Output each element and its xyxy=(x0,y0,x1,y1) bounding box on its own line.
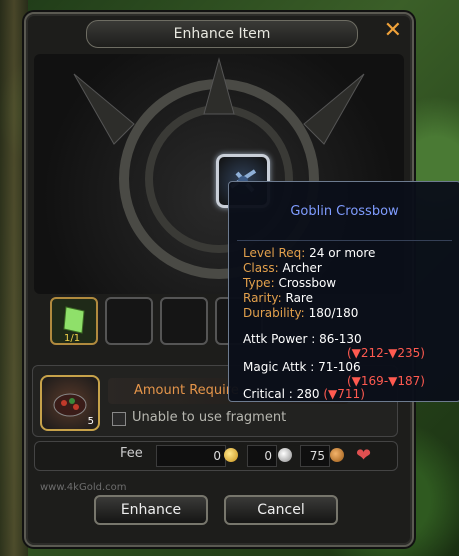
tooltip-magic-attk-delta: (▼169-▼187) xyxy=(347,374,425,388)
tooltip-level-req: Level Req: 24 or more xyxy=(243,246,376,260)
enhance-button[interactable]: Enhance xyxy=(94,495,208,525)
tooltip-divider xyxy=(237,240,452,241)
gold-coin-icon xyxy=(224,448,238,462)
tooltip-title: Goblin Crossbow xyxy=(290,204,399,219)
tooltip-attk-power-delta: (▼212-▼235) xyxy=(347,346,425,360)
cancel-button[interactable]: Cancel xyxy=(224,495,338,525)
tooltip-critical: Critical : 280 (▼711) xyxy=(243,387,365,401)
tooltip-type: Type: Crossbow xyxy=(243,276,337,290)
window-title: Enhance Item xyxy=(86,20,358,48)
heart-icon: ❤ xyxy=(356,445,372,466)
item-tooltip: Goblin Crossbow Level Req: 24 or more Cl… xyxy=(228,181,459,402)
fragment-checkbox[interactable] xyxy=(112,412,126,426)
material-slot-empty[interactable] xyxy=(160,297,208,345)
copper-coin-icon xyxy=(330,448,344,462)
fee-silver-value: 0 xyxy=(247,445,277,467)
material-slot-empty[interactable] xyxy=(105,297,153,345)
silver-coin-icon xyxy=(278,448,292,462)
fee-label: Fee xyxy=(120,446,143,461)
watermark: www.4kGold.com xyxy=(40,482,127,493)
potion-slot[interactable]: 5 xyxy=(40,375,100,431)
material-count: 1/1 xyxy=(64,333,81,344)
fragment-checkbox-label: Unable to use fragment xyxy=(132,410,287,425)
tooltip-class: Class: Archer xyxy=(243,261,322,275)
tooltip-attk-power: Attk Power : 86-130 xyxy=(243,332,362,346)
potion-count: 5 xyxy=(87,416,94,427)
fee-copper-value: 75 xyxy=(300,445,330,467)
fee-gold-value: 0 xyxy=(156,445,226,467)
close-icon[interactable]: ✕ xyxy=(384,20,402,42)
tooltip-durability: Durability: 180/180 xyxy=(243,306,359,320)
tooltip-rarity: Rarity: Rare xyxy=(243,291,313,305)
material-slot[interactable]: 1/1 xyxy=(50,297,98,345)
tooltip-magic-attk: Magic Attk : 71-106 xyxy=(243,360,361,374)
